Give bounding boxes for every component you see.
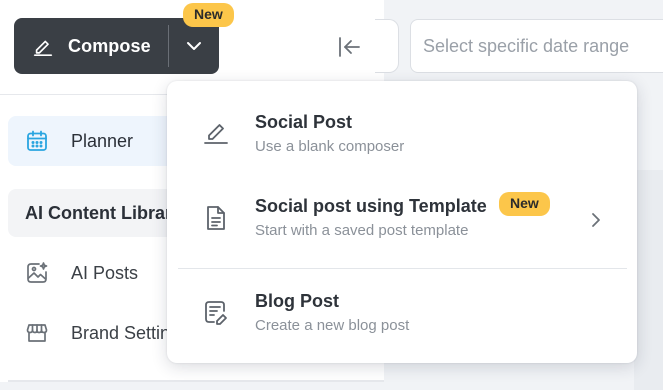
blog-icon xyxy=(205,301,227,325)
menu-item-subtitle: Use a blank composer xyxy=(255,138,405,155)
menu-item-title: Social Post xyxy=(255,112,353,132)
document-icon xyxy=(207,206,225,230)
menu-item-blog-post[interactable]: Blog Post Create a new blog post xyxy=(167,290,637,346)
compose-main-action[interactable]: Compose xyxy=(14,18,168,74)
menu-item-title: Social post using Template xyxy=(255,196,487,216)
menu-item-social-post[interactable]: Social Post Use a blank composer xyxy=(167,111,637,167)
template-new-badge: New xyxy=(499,192,550,216)
store-icon xyxy=(26,324,48,342)
compose-button[interactable]: Compose xyxy=(14,18,219,74)
date-range-input[interactable]: Select specific date range xyxy=(410,19,663,73)
chevron-down-icon xyxy=(187,42,201,50)
compose-new-badge: New xyxy=(183,3,234,27)
menu-divider xyxy=(178,268,627,269)
menu-item-subtitle: Start with a saved post template xyxy=(255,222,469,239)
collapse-sidebar-icon[interactable] xyxy=(337,35,361,59)
pencil-icon xyxy=(33,40,53,56)
chevron-right-icon[interactable] xyxy=(587,209,605,231)
content-panel xyxy=(634,170,663,390)
menu-item-subtitle: Create a new blog post xyxy=(255,317,410,334)
compose-dropdown-menu: Social Post Use a blank composer Social … xyxy=(167,81,637,363)
menu-item-social-post-template[interactable]: Social post using Template Start with a … xyxy=(167,195,637,251)
sidebar-item-label: Planner xyxy=(71,130,134,151)
sidebar-item-label: AI Posts xyxy=(71,262,139,283)
compose-label: Compose xyxy=(68,35,151,56)
menu-item-title: Blog Post xyxy=(255,291,339,311)
filter-control[interactable] xyxy=(375,19,399,73)
calendar-icon xyxy=(27,130,47,151)
pencil-icon xyxy=(204,124,228,144)
image-sparkle-icon xyxy=(27,262,48,283)
